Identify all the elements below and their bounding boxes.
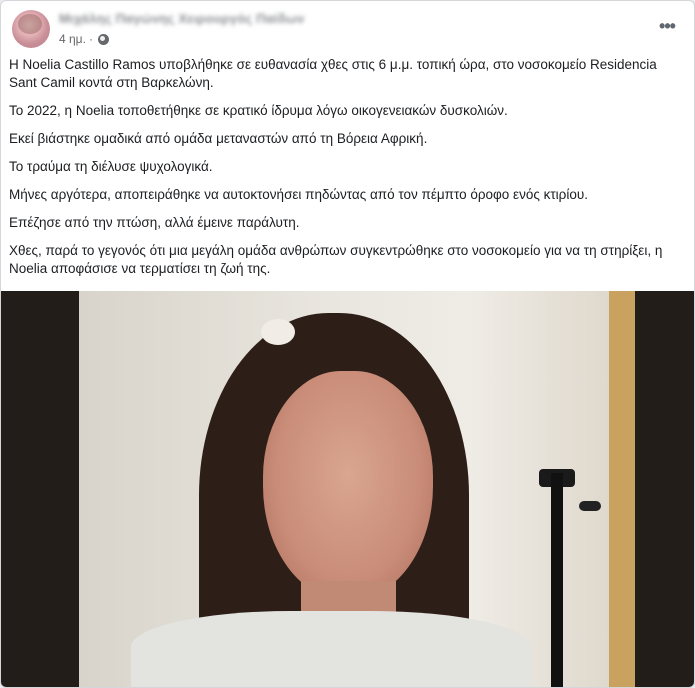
more-options-icon[interactable]: ••• [656,15,678,37]
post-paragraph: Επέζησε από την πτώση, αλλά έμεινε παράλ… [9,215,300,230]
post-meta: 4 ημ. · [59,32,109,46]
post-header: Μιχάλης Παγώνης Χειρουργός Παίδων 4 ημ. … [1,1,694,53]
facebook-post: Μιχάλης Παγώνης Χειρουργός Παίδων 4 ημ. … [0,0,695,688]
photo-door-frame [609,291,635,687]
post-paragraph: Χθες, παρά το γεγονός ότι μια μεγάλη ομά… [9,243,663,276]
photo-face [263,371,433,601]
photo-shirt [131,611,531,687]
post-paragraph: Μήνες αργότερα, αποπειράθηκε να αυτοκτον… [9,187,588,202]
post-text: Η Noelia Castillo Ramos υποβλήθηκε σε ευ… [9,56,674,288]
author-name[interactable]: Μιχάλης Παγώνης Χειρουργός Παίδων [59,11,304,26]
photo-iv-stand-pole [551,473,563,687]
post-photo[interactable] [1,291,694,687]
photo-hair-flower [261,319,295,345]
post-paragraph: Το τραύμα τη διέλυσε ψυχολογικά. [9,159,213,174]
post-paragraph: Η Noelia Castillo Ramos υποβλήθηκε σε ευ… [9,57,657,90]
globe-icon[interactable] [97,33,109,45]
meta-separator: · [88,32,93,46]
author-avatar[interactable] [12,10,50,48]
post-time[interactable]: 4 ημ. [59,32,86,46]
post-paragraph: Εκεί βιάστηκε ομαδικά από ομάδα μεταναστ… [9,131,428,146]
post-paragraph: Το 2022, η Noelia τοποθετήθηκε σε κρατικ… [9,103,508,118]
photo-iv-stand-screw [579,501,601,511]
